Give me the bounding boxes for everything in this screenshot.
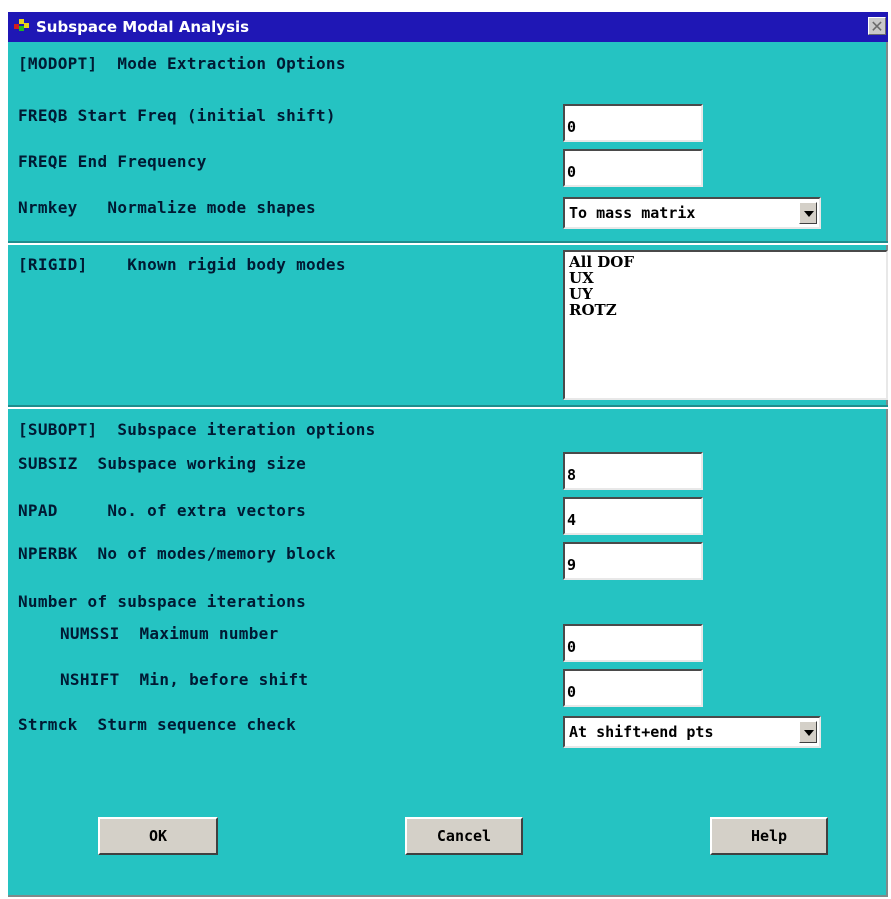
section-divider [8, 241, 888, 245]
subsiz-input[interactable]: 8 [563, 452, 703, 490]
strmck-select[interactable]: At shift+end pts [563, 716, 821, 748]
list-item[interactable]: ROTZ [569, 302, 886, 318]
list-item[interactable]: UY [569, 286, 886, 302]
nperbk-label: NPERBK No of modes/memory block [18, 544, 336, 563]
dropdown-arrow-icon[interactable] [799, 202, 817, 224]
list-item[interactable]: UX [569, 270, 886, 286]
freqe-input[interactable]: 0 [563, 149, 703, 187]
numssi-label: NUMSSI Maximum number [60, 624, 279, 643]
subopt-header: [SUBOPT] Subspace iteration options [18, 420, 376, 439]
app-icon [14, 19, 30, 35]
strmck-label: Strmck Sturm sequence check [18, 715, 297, 734]
help-button[interactable]: Help [710, 817, 828, 855]
numssi-input[interactable]: 0 [563, 624, 703, 662]
modopt-header: [MODOPT] Mode Extraction Options [18, 54, 346, 73]
nshift-label: NSHIFT Min, before shift [60, 670, 309, 689]
nrmkey-selected-value: To mass matrix [569, 204, 696, 222]
iterations-label: Number of subspace iterations [18, 592, 307, 611]
subsiz-label: SUBSIZ Subspace working size [18, 454, 307, 473]
window-title: Subspace Modal Analysis [36, 18, 250, 36]
cancel-button[interactable]: Cancel [405, 817, 523, 855]
dropdown-arrow-icon[interactable] [799, 721, 817, 743]
freqb-label: FREQB Start Freq (initial shift) [18, 106, 336, 125]
nrmkey-label: Nrmkey Normalize mode shapes [18, 198, 316, 217]
nperbk-input[interactable]: 9 [563, 542, 703, 580]
title-bar[interactable]: Subspace Modal Analysis ✕ [8, 12, 888, 42]
section-divider [8, 405, 888, 409]
npad-label: NPAD No. of extra vectors [18, 501, 307, 520]
freqb-input[interactable]: 0 [563, 104, 703, 142]
dialog-window: Subspace Modal Analysis ✕ [MODOPT] Mode … [8, 12, 888, 897]
nrmkey-select[interactable]: To mass matrix [563, 197, 821, 229]
strmck-selected-value: At shift+end pts [569, 723, 714, 741]
ok-button[interactable]: OK [98, 817, 218, 855]
freqe-label: FREQE End Frequency [18, 152, 207, 171]
rigid-modes-listbox[interactable]: All DOF UX UY ROTZ [563, 250, 888, 400]
npad-input[interactable]: 4 [563, 497, 703, 535]
close-icon[interactable]: ✕ [868, 17, 886, 35]
nshift-input[interactable]: 0 [563, 669, 703, 707]
rigid-header: [RIGID] Known rigid body modes [18, 255, 346, 274]
list-item[interactable]: All DOF [569, 254, 886, 270]
